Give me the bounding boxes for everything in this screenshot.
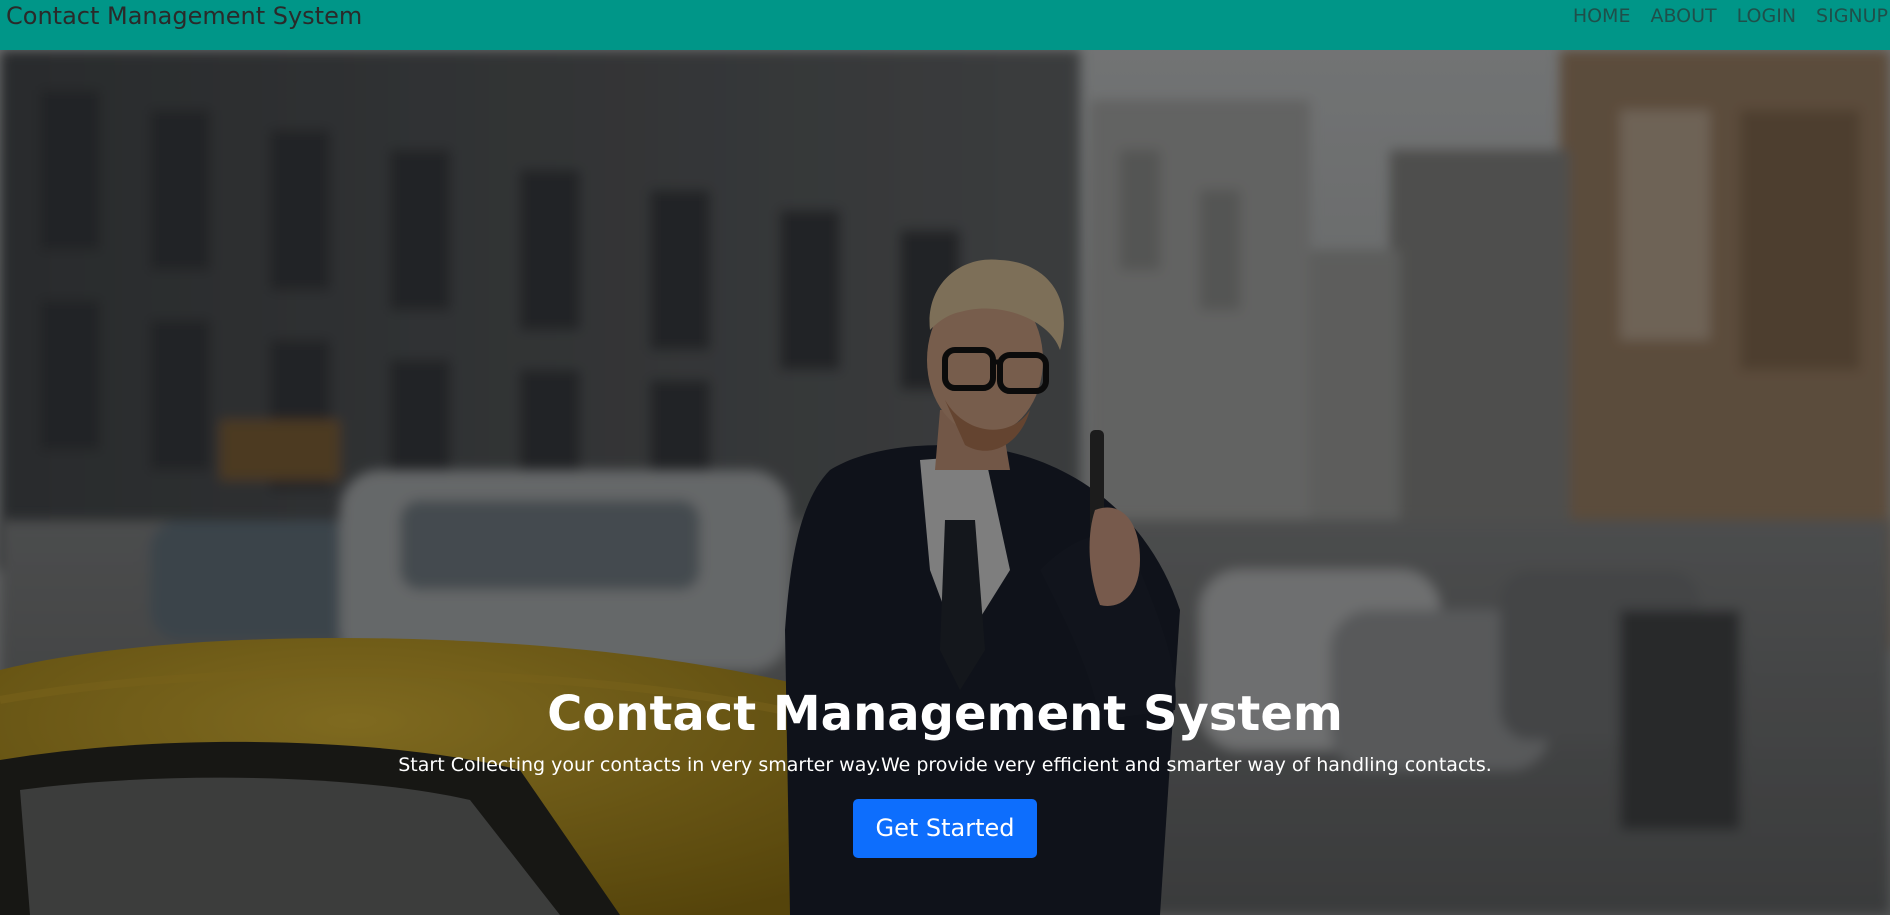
brand-logo-text[interactable]: Contact Management System [0, 0, 362, 32]
nav-login-link[interactable]: LOGIN [1737, 3, 1796, 29]
hero-title: Contact Management System [547, 686, 1343, 742]
nav-about-link[interactable]: ABOUT [1650, 3, 1716, 29]
get-started-button[interactable]: Get Started [853, 799, 1037, 858]
nav-signup-link[interactable]: SIGNUP [1816, 3, 1888, 29]
hero-section: Contact Management System Start Collecti… [0, 50, 1890, 915]
hero-content: Contact Management System Start Collecti… [0, 684, 1890, 858]
top-navbar: Contact Management System HOME ABOUT LOG… [0, 0, 1890, 50]
nav-home-link[interactable]: HOME [1573, 3, 1631, 29]
nav-links: HOME ABOUT LOGIN SIGNUP [1553, 3, 1890, 29]
hero-subtitle: Start Collecting your contacts in very s… [398, 754, 1492, 776]
